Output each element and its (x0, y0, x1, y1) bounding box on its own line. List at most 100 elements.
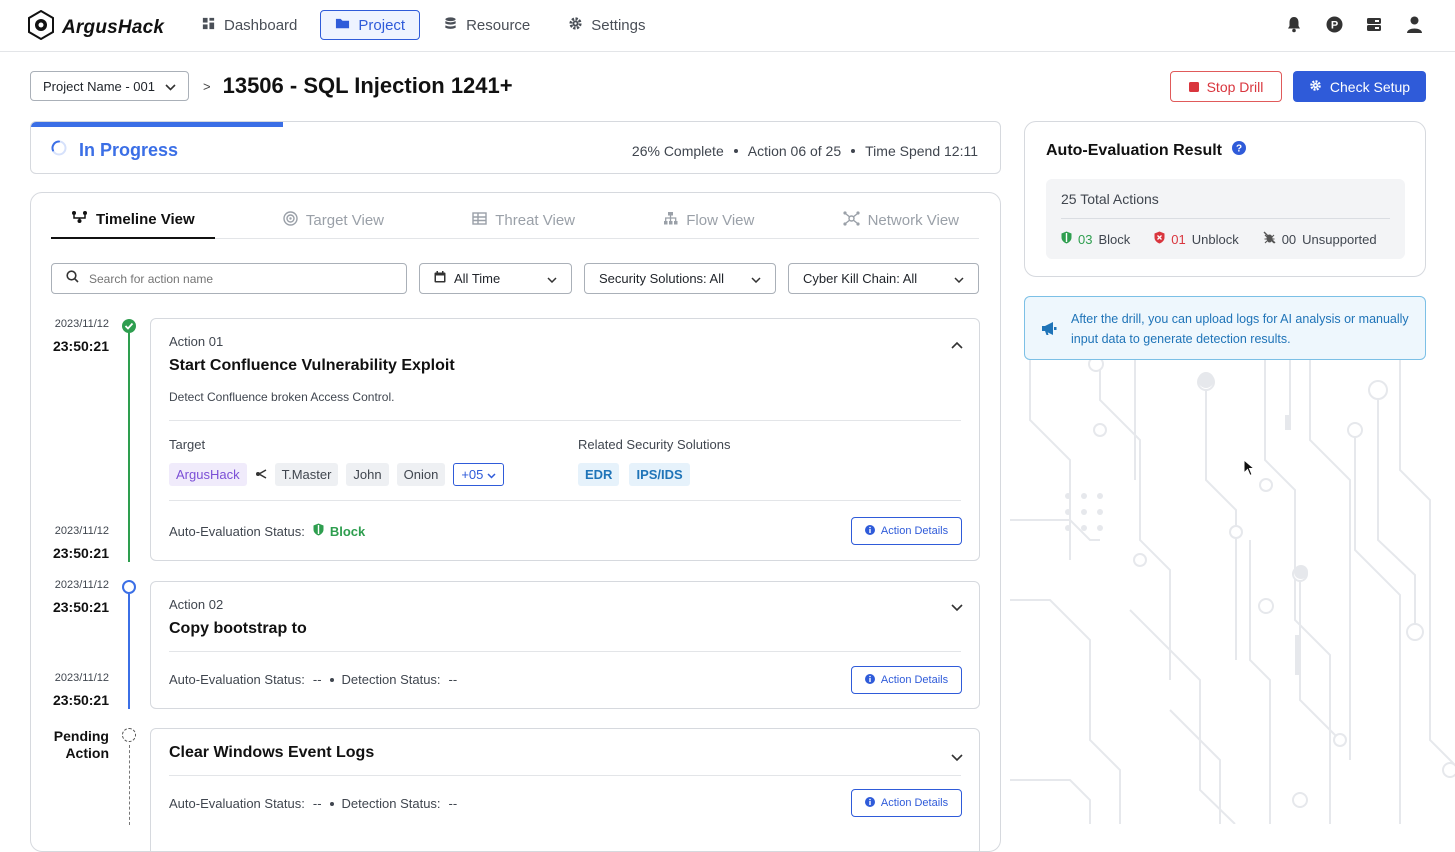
chevron-up-icon[interactable] (951, 336, 963, 354)
tab-timeline-view[interactable]: Timeline View (51, 201, 215, 239)
detection-status-value: -- (448, 672, 458, 687)
user-icon[interactable] (1405, 14, 1423, 34)
shield-check-icon (1061, 231, 1072, 247)
database-icon (443, 16, 458, 35)
timeline-date: 2023/11/12 (54, 579, 109, 591)
tab-threat-view[interactable]: Threat View (452, 201, 595, 239)
main-nav: Dashboard Project Resource Settings (186, 10, 660, 40)
timeline-icon (71, 210, 88, 228)
logo-text: ArgusHack (62, 16, 165, 38)
calendar-icon (434, 271, 446, 286)
help-icon[interactable]: ? (1232, 141, 1247, 160)
progress-time: Time Spend 12:11 (865, 143, 978, 159)
chevron-down-icon (751, 271, 761, 286)
in-progress-node-icon (122, 580, 136, 594)
action-card[interactable]: Action 02 Copy bootstrap to Auto-Evaluat… (150, 581, 980, 709)
progress-status: In Progress (51, 140, 178, 161)
progress-action: Action 06 of 25 (747, 143, 842, 159)
nav-project[interactable]: Project (320, 10, 421, 40)
search-icon (66, 269, 79, 288)
timeline-date: 2023/11/12 (54, 525, 109, 537)
project-select-value: Project Name - 001 (43, 78, 155, 94)
chevron-down-icon[interactable] (951, 749, 963, 767)
progress-bar (31, 122, 283, 127)
action-card[interactable]: Action 01 Start Confluence Vulnerability… (150, 318, 980, 561)
target-label: Target (169, 437, 206, 452)
solution-chip[interactable]: IPS/IDS (629, 463, 690, 486)
progress-complete: 26% Complete (631, 143, 724, 159)
bell-icon[interactable] (1285, 14, 1303, 34)
pending-node-icon (122, 728, 136, 742)
tab-flow-view[interactable]: Flow View (643, 201, 774, 239)
target-chip[interactable]: John (346, 463, 389, 486)
argus-eye-logo-icon (28, 9, 54, 45)
nav-resource-label: Resource (466, 16, 531, 34)
shield-check-icon (313, 523, 324, 539)
timeline-time: 23:50:21 (52, 338, 109, 354)
storage-icon[interactable] (1365, 14, 1383, 34)
divider (169, 500, 961, 501)
nav-resource[interactable]: Resource (428, 10, 545, 40)
chevron-down-icon (487, 467, 496, 482)
profile-p-icon[interactable]: P (1325, 14, 1343, 34)
security-filter-value: Security Solutions: All (599, 271, 725, 286)
eval-status-value: -- (312, 672, 322, 687)
gear-icon (568, 16, 583, 35)
divider (169, 651, 961, 652)
tab-network-view[interactable]: Network View (823, 201, 979, 239)
block-count: 03 (1078, 231, 1093, 247)
gear-icon (1309, 79, 1322, 95)
nav-settings[interactable]: Settings (553, 10, 660, 40)
more-targets-button[interactable]: +05 (453, 463, 505, 486)
tab-label: Timeline View (96, 210, 195, 228)
tab-target-view[interactable]: Target View (263, 201, 404, 239)
block-stat: 03 Block (1061, 231, 1130, 247)
timeline-panel: Timeline View Target View Threat View Fl… (30, 192, 1001, 852)
nav-settings-label: Settings (591, 16, 646, 34)
top-navigation-bar: ArgusHack Dashboard Project Resource Set… (0, 0, 1455, 52)
stop-drill-button[interactable]: Stop Drill (1170, 71, 1282, 102)
solutions-list: EDR IPS/IDS (578, 463, 690, 486)
action-card[interactable]: Clear Windows Event Logs Auto-Evaluation… (150, 728, 980, 851)
breadcrumb-separator: > (203, 78, 211, 94)
check-setup-button[interactable]: Check Setup (1293, 71, 1426, 102)
evaluation-stats: 03 Block 01 Unblock 00 Unsupported (1061, 231, 1377, 247)
mouse-cursor-icon (1243, 458, 1256, 482)
eval-status-row: Auto-Evaluation Status: -- Detection Sta… (169, 796, 457, 811)
auto-evaluation-card: Auto-Evaluation Result ? 25 Total Action… (1024, 121, 1426, 277)
solution-chip[interactable]: EDR (578, 463, 620, 486)
network-icon (842, 210, 860, 230)
auto-evaluation-title: Auto-Evaluation Result ? (1046, 141, 1247, 160)
target-chip[interactable]: ArgusHack (169, 463, 247, 486)
separator-dot (733, 149, 738, 153)
search-input[interactable] (89, 271, 379, 286)
kill-chain-dropdown[interactable]: Cyber Kill Chain: All (788, 263, 979, 294)
divider (169, 775, 961, 776)
page-title: 13506 - SQL Injection 1241+ (222, 73, 513, 98)
target-chip[interactable]: T.Master (274, 463, 339, 486)
time-filter-dropdown[interactable]: All Time (419, 263, 572, 294)
chevron-down-icon (954, 271, 964, 286)
action-details-button[interactable]: Action Details (851, 517, 962, 545)
timeline-date: 2023/11/12 (54, 318, 109, 330)
security-solutions-dropdown[interactable]: Security Solutions: All (584, 263, 776, 294)
info-icon (864, 673, 875, 687)
pending-label-line1: Pending (53, 728, 109, 744)
project-select[interactable]: Project Name - 001 (30, 71, 189, 101)
action-details-button[interactable]: Action Details (851, 666, 962, 694)
separator-dot (329, 677, 334, 682)
unsupported-stat: 00 Unsupported (1263, 231, 1377, 247)
target-icon (283, 210, 298, 230)
time-filter-value: All Time (454, 271, 501, 286)
timeline-time: 23:50:21 (52, 692, 109, 708)
nav-dashboard[interactable]: Dashboard (186, 10, 312, 40)
divider (169, 420, 961, 421)
logo[interactable]: ArgusHack (28, 9, 165, 45)
action-details-button[interactable]: Action Details (851, 789, 962, 817)
divider (1061, 218, 1390, 219)
timeline-date: 2023/11/12 (54, 672, 109, 684)
target-chip[interactable]: Onion (396, 463, 446, 486)
unblock-count: 01 (1171, 231, 1186, 247)
nav-project-label: Project (358, 16, 406, 34)
chevron-down-icon[interactable] (951, 599, 963, 617)
